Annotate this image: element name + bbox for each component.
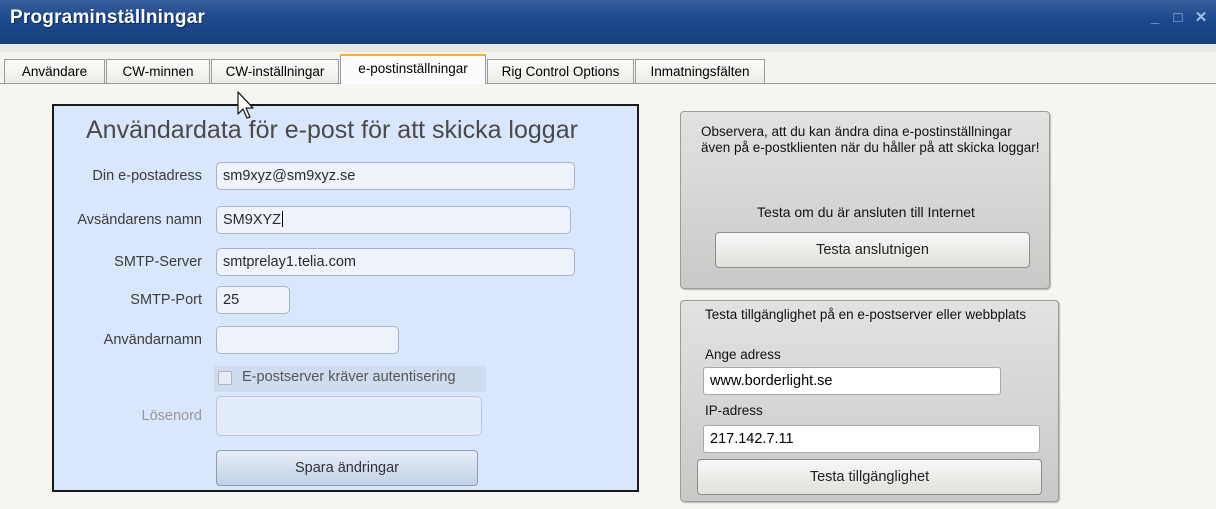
auth-checkbox-label: E-postserver kräver autentisering xyxy=(242,369,456,385)
password-input[interactable] xyxy=(216,396,482,436)
save-changes-button[interactable]: Spara ändringar xyxy=(216,450,478,486)
tab-anvandare[interactable]: Användare xyxy=(4,59,105,83)
username-input[interactable] xyxy=(216,326,399,354)
password-label: Lösenord xyxy=(141,408,202,424)
connection-note: Observera, att du kan ändra dina e-posti… xyxy=(701,124,1040,155)
maximize-button[interactable]: □ xyxy=(1170,10,1186,26)
close-button[interactable]: ✕ xyxy=(1193,10,1209,26)
mouse-pointer-icon xyxy=(237,91,254,119)
connection-test-text: Testa om du är ansluten till Internet xyxy=(757,204,975,220)
smtp-port-input[interactable]: 25 xyxy=(216,286,290,314)
sender-name-value: SM9XYZ xyxy=(223,212,282,228)
tab-inmatningsfalten[interactable]: Inmatningsfälten xyxy=(635,59,765,83)
ip-address-label: IP-adress xyxy=(705,403,763,418)
smtp-server-label: SMTP-Server xyxy=(114,254,202,270)
test-availability-button[interactable]: Testa tillgänglighet xyxy=(697,459,1042,495)
email-settings-panel: Användardata för e-post för att skicka l… xyxy=(52,104,639,492)
test-connection-button[interactable]: Testa anslutnigen xyxy=(715,232,1030,268)
sender-name-input[interactable]: SM9XYZ xyxy=(216,206,571,234)
availability-address-input[interactable]: www.borderlight.se xyxy=(703,367,1001,395)
sender-name-label: Avsändarens namn xyxy=(77,212,202,228)
title-bar: Programinställningar _ □ ✕ xyxy=(0,0,1216,44)
smtp-port-label: SMTP-Port xyxy=(130,292,202,308)
auth-checkbox[interactable] xyxy=(218,371,232,385)
email-address-input[interactable]: sm9xyz@sm9xyz.se xyxy=(216,162,575,190)
tab-rig-control-options[interactable]: Rig Control Options xyxy=(487,59,634,83)
username-label: Användarnamn xyxy=(103,332,202,348)
text-caret xyxy=(282,211,284,227)
connection-test-box: Observera, att du kan ändra dina e-posti… xyxy=(680,111,1050,289)
availability-address-label: Ange adress xyxy=(705,347,781,362)
email-settings-heading: Användardata för e-post för att skicka l… xyxy=(86,116,578,144)
ip-address-input[interactable]: 217.142.7.11 xyxy=(703,425,1040,453)
tab-cw-minnen[interactable]: CW-minnen xyxy=(106,59,210,83)
minimize-button[interactable]: _ xyxy=(1147,10,1163,26)
tab-strip: Användare CW-minnen CW-inställningar e-p… xyxy=(0,52,1216,84)
auth-checkbox-row[interactable]: E-postserver kräver autentisering xyxy=(214,366,486,392)
email-address-label: Din e-postadress xyxy=(92,168,202,184)
smtp-server-input[interactable]: smtprelay1.telia.com xyxy=(216,248,575,276)
availability-test-box: Testa tillgänglighet på en e-postserver … xyxy=(680,300,1059,502)
title-bar-border xyxy=(0,44,1216,52)
tab-e-postinstallningar[interactable]: e-postinställningar xyxy=(340,54,486,84)
tab-cw-installningar[interactable]: CW-inställningar xyxy=(211,59,339,83)
availability-title: Testa tillgänglighet på en e-postserver … xyxy=(705,307,1027,322)
window-title: Programinställningar xyxy=(10,7,206,28)
